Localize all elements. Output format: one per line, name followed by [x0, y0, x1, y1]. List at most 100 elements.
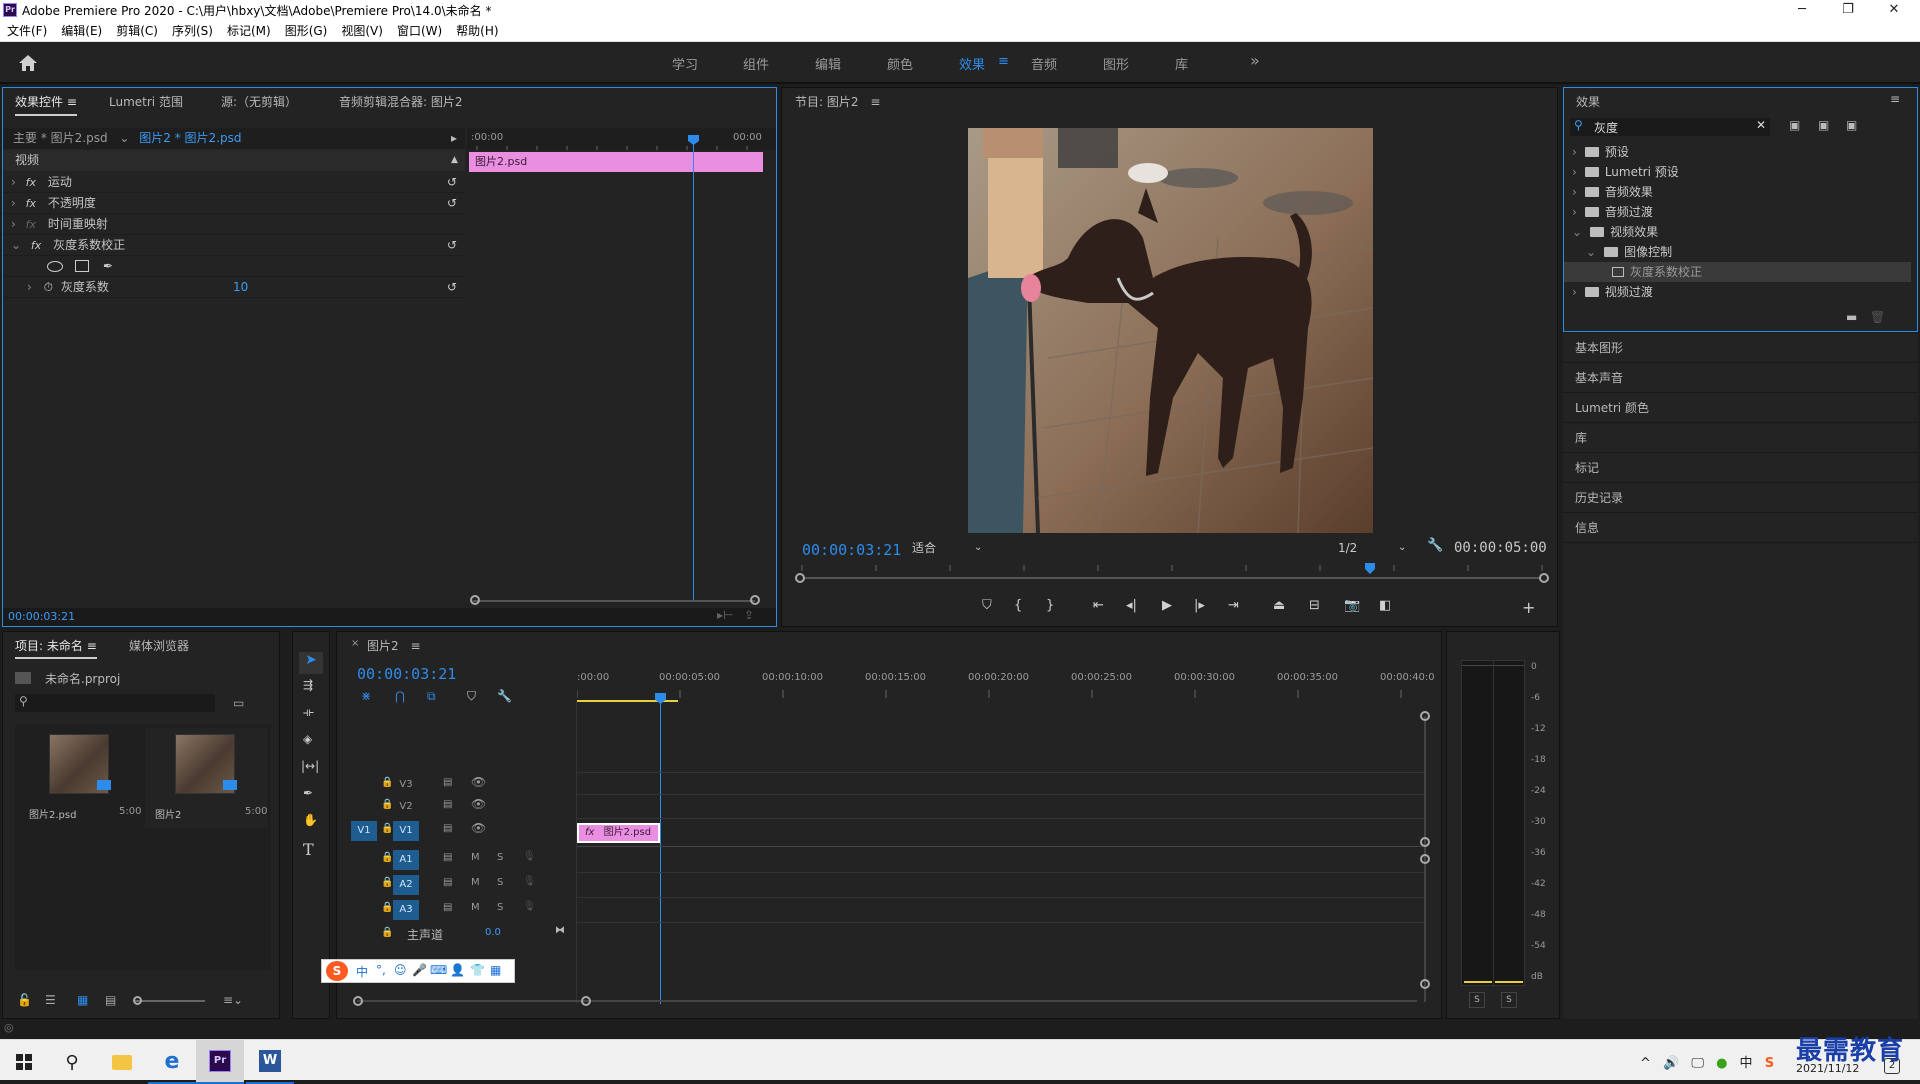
ec-timecode[interactable]: 00:00:03:21 [8, 610, 75, 623]
panel-menu-icon[interactable]: ≡ [87, 639, 97, 653]
pen-mask-icon[interactable]: ✒ [103, 256, 113, 277]
reset-icon[interactable]: ↺ [447, 235, 457, 256]
sogou-logo-icon[interactable]: S [326, 961, 348, 981]
collapse-up-icon[interactable]: ▲ [451, 150, 458, 171]
track-target-a1[interactable]: A1 [393, 850, 419, 870]
menu-edit[interactable]: 编辑(E) [54, 20, 109, 42]
go-to-out-icon[interactable]: ⇥ [1228, 598, 1239, 613]
play-triangle-icon[interactable]: ▸ [451, 128, 457, 149]
track-target-v2[interactable]: V2 [393, 797, 419, 817]
ime-punctuation[interactable]: °, [376, 963, 386, 977]
chevron-right-icon[interactable]: › [11, 196, 16, 210]
chevron-down-icon[interactable]: ⌄ [119, 131, 129, 145]
yuv-effects-icon[interactable]: ▣ [1846, 118, 1857, 132]
network-icon[interactable]: 🖵 [1691, 1056, 1704, 1071]
restore-icon[interactable]: ❐ [1826, 0, 1870, 20]
vscroll-handle[interactable] [1420, 854, 1430, 864]
mic-icon[interactable]: 🎙 [523, 876, 536, 887]
ripple-edit-tool-icon[interactable]: ⟛ [303, 705, 314, 720]
effect-row-gamma-correction[interactable]: ⌄ fx 灰度系数校正 ↺ [3, 235, 465, 256]
go-to-end-icon[interactable]: ⧓ [555, 925, 565, 936]
effect-row-motion[interactable]: › fx 运动 ↺ [3, 172, 465, 193]
mark-out-icon[interactable]: } [1046, 598, 1054, 613]
play-icon[interactable]: ▶ [1162, 598, 1172, 613]
sequence-tab[interactable]: 图片2 ≡ [367, 637, 421, 654]
tab-audio-clip-mixer[interactable]: 音频剪辑混合器: 图片2 [339, 93, 463, 110]
tree-item-audio-transitions[interactable]: › 音频过渡 [1564, 202, 1917, 222]
thumbnail-zoom-slider[interactable] [135, 1000, 205, 1002]
tree-item-audio-effects[interactable]: › 音频效果 [1564, 182, 1917, 202]
camera-export-frame-icon[interactable]: 📷 [1344, 598, 1360, 613]
freeform-view-icon[interactable]: ▤ [105, 993, 116, 1007]
vscroll-handle[interactable] [1420, 711, 1430, 721]
stopwatch-icon[interactable]: ⏱ [44, 280, 53, 294]
ec-clip-bar[interactable]: 图片2.psd [469, 152, 763, 172]
chevron-right-icon[interactable]: › [11, 175, 16, 189]
hand-tool-icon[interactable]: ✋ [303, 813, 318, 827]
premiere-taskbar-icon[interactable]: Pr [196, 1040, 244, 1084]
linked-selection-icon[interactable]: ⧉ [427, 689, 436, 704]
windows-start-icon[interactable] [0, 1040, 48, 1084]
track-target-a3[interactable]: A3 [393, 900, 419, 920]
tree-item-lumetri-presets[interactable]: › Lumetri 预设 [1564, 162, 1917, 182]
lock-icon[interactable]: 🔓 [17, 993, 32, 1007]
track-lock-icon[interactable]: 🔒 [381, 777, 393, 788]
export-icon[interactable]: ⇪ [744, 608, 754, 622]
clear-search-icon[interactable]: ✕ [1756, 118, 1766, 132]
new-folder-icon[interactable]: ▬ [1846, 310, 1857, 324]
effects-search-input[interactable]: 灰度 [1594, 119, 1618, 136]
master-volume-value[interactable]: 0.0 [485, 927, 501, 938]
workspace-tab-libraries[interactable]: 库 [1175, 54, 1188, 73]
meter-solo-left[interactable]: S [1469, 992, 1485, 1008]
hscroll-handle[interactable] [353, 996, 363, 1006]
list-view-icon[interactable]: ☰ [45, 993, 56, 1007]
sync-lock-icon[interactable]: ▤ [443, 823, 452, 834]
panel-menu-icon[interactable]: ≡ [1890, 92, 1900, 106]
timeline-time-ruler[interactable]: :00:00 00:00:05:00 00:00:10:00 00:00:15:… [577, 672, 1435, 702]
wrench-icon[interactable]: 🔧 [1427, 538, 1443, 553]
mic-icon[interactable]: 🎙 [523, 851, 536, 862]
selection-tool-icon[interactable]: ➤ [299, 652, 323, 674]
ec-zoom-scrollbar[interactable] [473, 600, 755, 602]
ime-voice-icon[interactable]: 🎤 [412, 963, 427, 977]
scroll-handle-left[interactable] [470, 595, 480, 605]
chevron-down-icon[interactable]: ⌄ [11, 238, 21, 252]
track-lock-icon[interactable]: 🔒 [381, 852, 393, 863]
tab-lumetri-scopes[interactable]: Lumetri 范围 [109, 93, 183, 110]
project-item[interactable]: 图片2.psd 5:00 [19, 728, 141, 828]
add-marker-icon[interactable]: ⛉ [467, 689, 476, 704]
tree-item-presets[interactable]: › 预设 [1564, 142, 1917, 162]
add-button-icon[interactable]: + [1522, 598, 1535, 617]
menu-graphics[interactable]: 图形(G) [278, 20, 335, 42]
accelerated-effects-icon[interactable]: ▣ [1789, 118, 1800, 132]
workspace-overflow-icon[interactable]: » [1250, 51, 1260, 70]
effects-search-box[interactable]: ⚲ 灰度 ✕ [1570, 118, 1770, 136]
sort-icon[interactable]: ≡⌄ [223, 993, 243, 1007]
workspace-tab-color[interactable]: 颜色 [887, 54, 913, 73]
slider-handle[interactable] [133, 996, 142, 1005]
step-back-icon[interactable]: ◂| [1126, 598, 1137, 613]
go-to-in-icon[interactable]: ⇤ [1093, 598, 1104, 613]
ime-tray-indicator[interactable]: 中 [1740, 1056, 1753, 1071]
32bit-effects-icon[interactable]: ▣ [1818, 118, 1829, 132]
tab-source[interactable]: 源:（无剪辑） [221, 93, 297, 110]
icon-view-icon[interactable]: ▦ [77, 993, 88, 1007]
tree-item-video-effects[interactable]: ⌄ 视频效果 [1564, 222, 1917, 242]
pen-tool-icon[interactable]: ✒ [303, 786, 313, 800]
track-lock-icon[interactable]: 🔒 [381, 823, 393, 834]
chevron-right-icon[interactable]: › [11, 217, 16, 231]
track-lock-icon[interactable]: 🔒 [381, 902, 393, 913]
mute-button[interactable]: M [471, 902, 480, 913]
reset-icon[interactable]: ↺ [447, 193, 457, 214]
menu-view[interactable]: 视图(V) [334, 20, 390, 42]
volume-icon[interactable]: 🔊 [1663, 1056, 1679, 1071]
sogou-tray-icon[interactable]: S [1765, 1056, 1774, 1071]
workspace-tab-assembly[interactable]: 组件 [743, 54, 769, 73]
vscroll-handle[interactable] [1420, 837, 1430, 847]
ime-emoji-icon[interactable]: ☺ [394, 963, 407, 977]
menu-clip[interactable]: 剪辑(C) [109, 20, 165, 42]
add-marker-icon[interactable]: ⛉ [982, 598, 992, 613]
snap-magnet-icon[interactable]: ⋂ [395, 689, 405, 703]
source-patch-v1[interactable]: V1 [351, 821, 377, 841]
ellipse-mask-icon[interactable] [47, 261, 63, 272]
